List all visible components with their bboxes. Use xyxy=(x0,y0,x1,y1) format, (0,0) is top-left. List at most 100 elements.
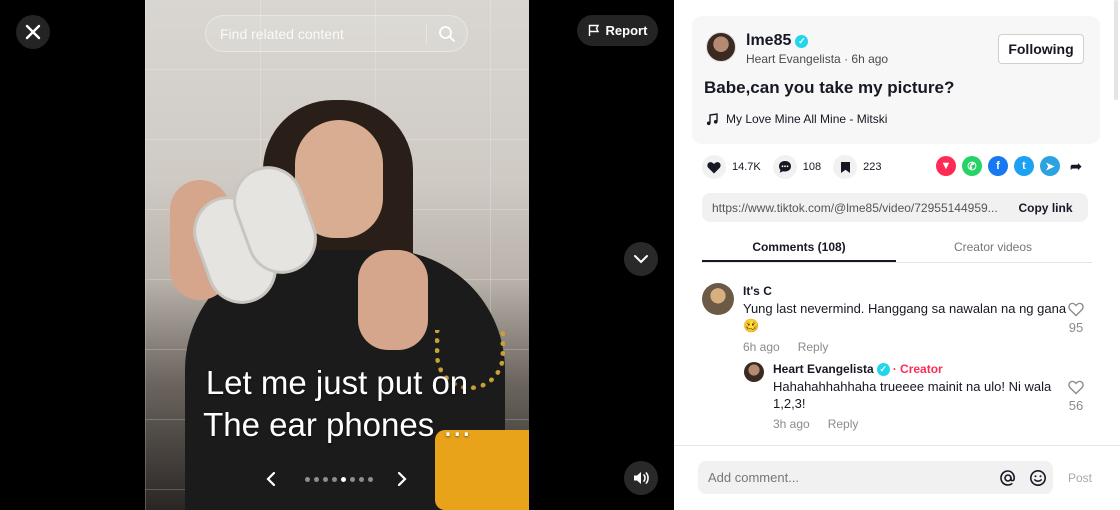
twitter-icon[interactable]: t xyxy=(1014,156,1034,176)
comment-input[interactable] xyxy=(698,470,993,485)
comment-item: It's C Yung last nevermind. Hanggang sa … xyxy=(674,275,1120,360)
slide-dot[interactable] xyxy=(359,477,364,482)
music-title: My Love Mine All Mine - Mitski xyxy=(726,112,888,126)
slide-dot-active[interactable] xyxy=(341,477,346,482)
comment-input-bar xyxy=(698,461,1053,494)
flag-icon xyxy=(588,24,599,36)
video-link-box: https://www.tiktok.com/@lme85/video/7295… xyxy=(702,193,1088,222)
post-description: Babe,can you take my picture? xyxy=(704,78,955,97)
comment-time: 3h ago xyxy=(773,417,810,431)
avatar[interactable] xyxy=(706,32,736,62)
comment-author-name: Heart Evangelista xyxy=(773,362,874,376)
prev-slide-button[interactable] xyxy=(265,468,277,494)
report-label: Report xyxy=(605,23,648,38)
comment-time: 6h ago xyxy=(743,340,780,354)
heart-outline-icon xyxy=(1068,302,1084,317)
comment-like-count: 95 xyxy=(1068,320,1084,335)
app-root: Let me just put on The ear phones ... Re… xyxy=(0,0,1120,510)
comment-text: Hahahahhahhaha trueeee mainit na ulo! Ni… xyxy=(773,379,1052,411)
heart-outline-icon xyxy=(1068,380,1084,395)
close-icon xyxy=(25,24,41,40)
comment-icon xyxy=(778,161,791,173)
slide-dot[interactable] xyxy=(368,477,373,482)
comment-text: Yung last nevermind. Hanggang sa nawalan… xyxy=(743,301,1067,333)
copy-link-button[interactable]: Copy link xyxy=(1003,201,1088,215)
creator-badge: · Creator xyxy=(892,362,943,376)
save-action[interactable]: 223 xyxy=(833,155,881,179)
verified-icon: ✓ xyxy=(795,34,809,48)
facebook-icon[interactable]: f xyxy=(988,156,1008,176)
telegram-icon[interactable]: ➤ xyxy=(1040,156,1060,176)
scrollbar[interactable] xyxy=(1114,0,1118,100)
like-count: 14.7K xyxy=(732,161,761,173)
comment-reply-item: Heart Evangelista ✓ · Creator Hahahahhah… xyxy=(674,360,1120,445)
smiley-icon xyxy=(1030,469,1046,486)
username[interactable]: lme85 ✓ xyxy=(746,32,809,50)
comments-list: It's C Yung last nevermind. Hanggang sa … xyxy=(674,275,1120,445)
music-link[interactable]: My Love Mine All Mine - Mitski xyxy=(706,112,887,126)
next-slide-button[interactable] xyxy=(396,468,408,494)
comment-like[interactable]: 56 xyxy=(1064,380,1088,413)
volume-button[interactable] xyxy=(624,461,658,495)
next-video-button[interactable] xyxy=(624,242,658,276)
slide-dot[interactable] xyxy=(323,477,328,482)
comment-count: 108 xyxy=(802,161,822,173)
panel-tabs: Comments (108) Creator videos xyxy=(702,233,1092,263)
comment-action[interactable]: 108 xyxy=(772,155,822,179)
whatsapp-icon[interactable]: ✆ xyxy=(962,156,982,176)
music-note-icon xyxy=(706,112,718,125)
slide-dot[interactable] xyxy=(332,477,337,482)
related-search-input[interactable] xyxy=(206,25,426,42)
post-time: 6h ago xyxy=(851,52,889,66)
comment-like[interactable]: 95 xyxy=(1064,302,1088,335)
bookmark-icon xyxy=(840,161,850,173)
slide-dot[interactable] xyxy=(350,477,355,482)
send-to-friends-icon[interactable]: ▼ xyxy=(936,156,956,176)
divider xyxy=(674,445,1120,446)
search-button[interactable] xyxy=(427,25,467,43)
report-button[interactable]: Report xyxy=(577,15,658,46)
post-comment-button[interactable]: Post xyxy=(1068,471,1092,485)
tab-comments[interactable]: Comments (108) xyxy=(702,233,896,262)
comment-author[interactable]: Heart Evangelista ✓ · Creator xyxy=(773,362,943,376)
save-count: 223 xyxy=(863,161,882,173)
search-icon xyxy=(439,25,455,42)
share-arrow-icon[interactable]: ➦ xyxy=(1066,156,1086,176)
avatar[interactable] xyxy=(744,362,764,382)
tab-creator-videos[interactable]: Creator videos xyxy=(896,233,1090,262)
close-button[interactable] xyxy=(16,15,50,49)
video-link-text[interactable]: https://www.tiktok.com/@lme85/video/7295… xyxy=(702,201,1003,215)
right-hand xyxy=(358,250,428,350)
slide-indicator xyxy=(305,477,373,482)
verified-icon: ✓ xyxy=(876,362,890,376)
comment-meta: 6h ago Reply xyxy=(743,340,828,354)
chevron-down-icon xyxy=(634,255,648,264)
related-search-bar xyxy=(205,15,468,52)
speaker-icon xyxy=(634,472,649,484)
slide-dot[interactable] xyxy=(305,477,310,482)
comment-author[interactable]: It's C xyxy=(743,284,772,298)
username-text: lme85 xyxy=(746,32,792,49)
avatar[interactable] xyxy=(702,283,734,315)
comment-like-count: 56 xyxy=(1068,398,1084,413)
video-caption: Let me just put on The ear phones ... xyxy=(203,364,471,443)
headphones-image xyxy=(183,156,327,315)
heart-icon xyxy=(707,161,721,173)
details-panel: lme85 ✓ Heart Evangelista · 6h ago Follo… xyxy=(674,0,1120,510)
action-bar: 14.7K 108 223 xyxy=(702,155,881,179)
chevron-left-icon xyxy=(266,471,276,487)
display-name: Heart Evangelista xyxy=(746,52,841,66)
emoji-button[interactable] xyxy=(1023,463,1053,493)
post-info-card: lme85 ✓ Heart Evangelista · 6h ago Follo… xyxy=(692,16,1100,144)
video-area: Let me just put on The ear phones ... Re… xyxy=(0,0,674,510)
reply-button[interactable]: Reply xyxy=(798,340,829,354)
author-subline: Heart Evangelista · 6h ago xyxy=(746,52,889,66)
share-bar: ▼ ✆ f t ➤ ➦ xyxy=(936,156,1086,176)
following-button[interactable]: Following xyxy=(998,34,1084,64)
like-action[interactable]: 14.7K xyxy=(702,155,761,179)
reply-button[interactable]: Reply xyxy=(828,417,859,431)
mention-button[interactable] xyxy=(993,463,1023,493)
comment-meta: 3h ago Reply xyxy=(773,417,858,431)
chevron-right-icon xyxy=(397,471,407,487)
slide-dot[interactable] xyxy=(314,477,319,482)
